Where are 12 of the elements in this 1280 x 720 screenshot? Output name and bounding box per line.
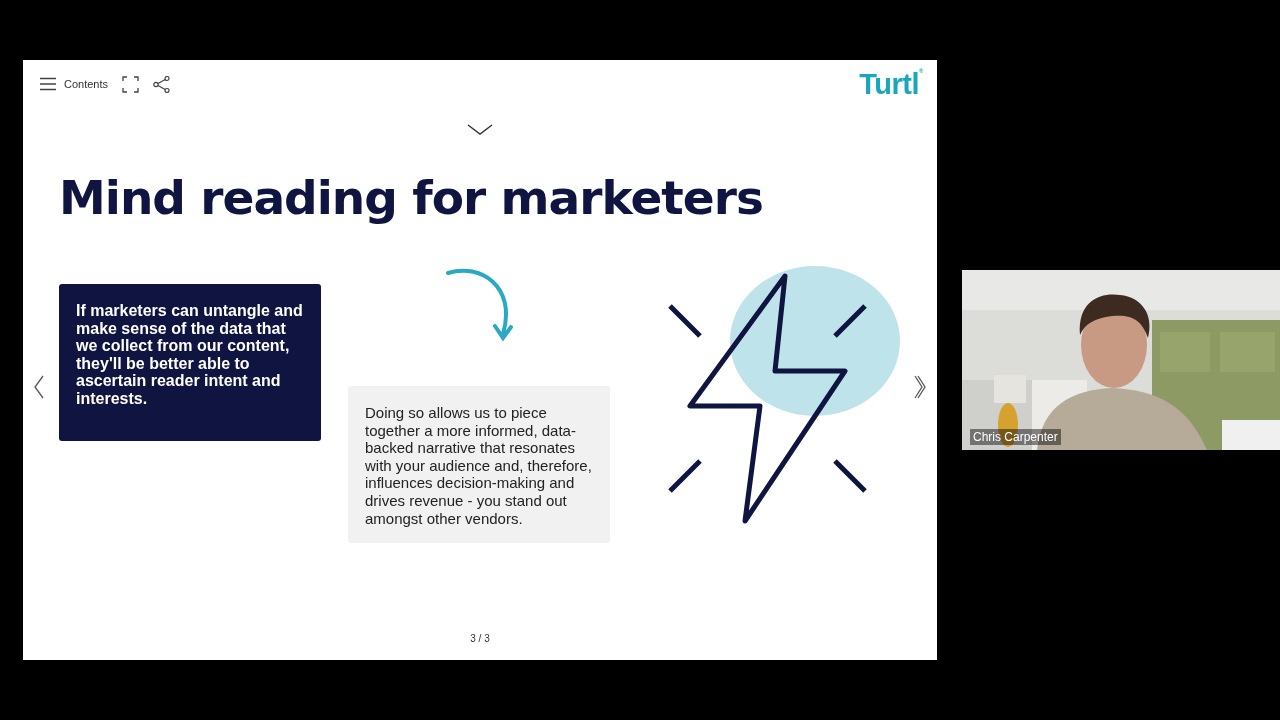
text-card: If marketers can untangle and make sense of the data that we collect from our content, they'll be better able to ascertain reader intent and interests. (59, 284, 321, 441)
chevron-down-icon[interactable] (467, 124, 493, 136)
slide-title: Mind reading for marketers (59, 169, 764, 227)
menu-icon (40, 77, 56, 91)
text-card: Doing so allows us to piece together a more informed, data-backed narrative that resonates with your audience and, therefore, influences decision-making and drives revenue - you stand out amongst other vendors. (348, 386, 610, 544)
fullscreen-icon[interactable] (122, 75, 140, 93)
share-icon[interactable] (153, 75, 171, 93)
page-counter: 3 / 3 (470, 632, 490, 644)
participant-name: Chris Carpenter (970, 429, 1061, 445)
contents-button[interactable]: Contents (40, 77, 109, 91)
turtl-logo: Turtl$^{®}$ (859, 67, 923, 101)
next-arrow-icon[interactable] (913, 375, 927, 399)
